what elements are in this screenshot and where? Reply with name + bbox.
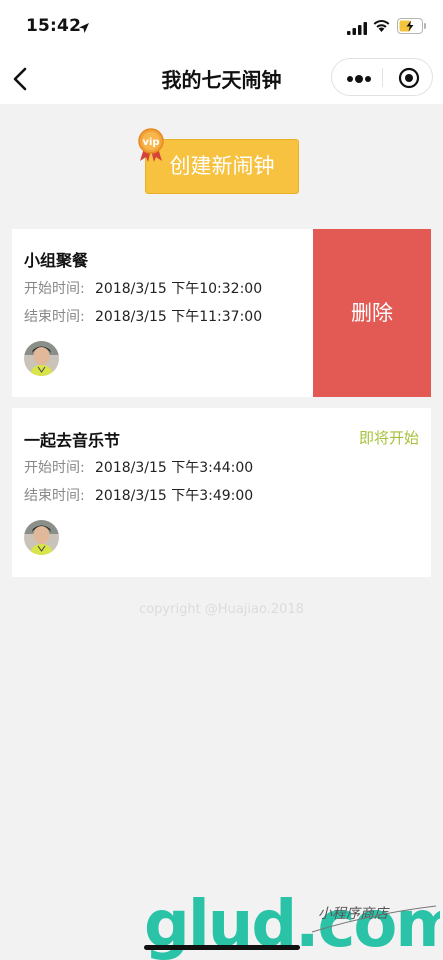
create-alarm-button[interactable]: 创建新闹钟 [145, 139, 299, 194]
end-time-label: 结束时间: [24, 309, 85, 325]
alarm-card[interactable]: 一起去音乐节 即将开始 开始时间: 2018/3/15 下午3:44:00 结束… [12, 408, 431, 577]
vip-badge-icon: vip [136, 128, 166, 162]
home-indicator[interactable] [144, 945, 300, 950]
copyright-text: copyright @Huajiao.2018 [139, 602, 304, 617]
svg-text:小程序商店: 小程序商店 [318, 906, 390, 922]
avatar [24, 341, 59, 376]
battery-charging-icon [397, 18, 427, 38]
location-arrow-icon [78, 19, 90, 38]
target-close-icon[interactable] [398, 67, 420, 89]
capsule-divider [382, 68, 383, 87]
end-time-value: 2018/3/15 下午11:37:00 [95, 309, 263, 325]
status-bar: 15:42 [0, 0, 443, 54]
start-time-label: 开始时间: [24, 281, 85, 297]
avatar [24, 520, 59, 555]
start-time-value: 2018/3/15 下午3:44:00 [95, 460, 254, 476]
alarm-card[interactable]: 小组聚餐 开始时间: 2018/3/15 下午10:32:00 结束时间: 20… [12, 229, 431, 397]
alarm-title: 小组聚餐 [24, 251, 89, 270]
status-time: 15:42 [26, 16, 82, 36]
start-time-value: 2018/3/15 下午10:32:00 [95, 281, 263, 297]
alarm-title: 一起去音乐节 [24, 431, 121, 450]
wifi-icon [372, 18, 391, 37]
end-time-value: 2018/3/15 下午3:49:00 [95, 488, 254, 504]
mini-program-capsule [331, 58, 433, 96]
delete-button[interactable]: 删除 [313, 229, 431, 397]
start-time-label: 开始时间: [24, 460, 85, 476]
svg-text:vip: vip [142, 137, 159, 148]
end-time-label: 结束时间: [24, 488, 85, 504]
status-badge: 即将开始 [358, 429, 419, 447]
nav-bar: 我的七天闹钟 [0, 54, 443, 104]
more-dots-icon[interactable] [346, 71, 372, 85]
signal-icon [347, 20, 367, 39]
